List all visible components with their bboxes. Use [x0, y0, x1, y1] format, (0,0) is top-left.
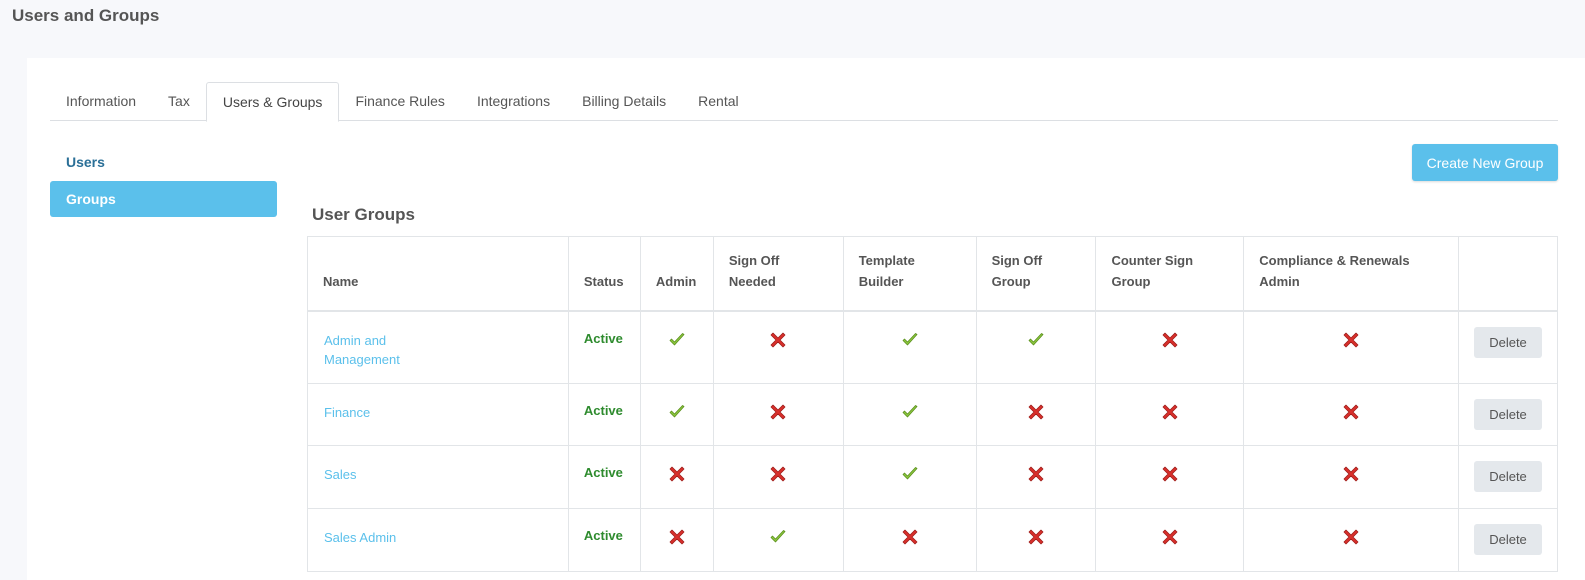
cross-icon [1343, 332, 1359, 347]
check-icon [669, 332, 685, 345]
cross-icon [770, 404, 786, 420]
side-nav-item-users[interactable]: Users [50, 144, 277, 180]
delete-button[interactable]: Delete [1474, 524, 1542, 555]
permission-cell [1095, 310, 1245, 384]
column-header-name: Name [307, 236, 569, 312]
status-badge: Active [583, 330, 623, 346]
tab-tax[interactable]: Tax [152, 82, 206, 121]
permission-cell [842, 383, 977, 446]
table-row: Admin and Management Active Delete [307, 310, 1558, 384]
tab-integrations[interactable]: Integrations [461, 82, 566, 121]
delete-button[interactable]: Delete [1474, 399, 1542, 430]
permission-cell [639, 508, 714, 572]
permission-cell [975, 508, 1097, 572]
table-header-row: Name Status Admin Sign Off Needed Templa… [307, 236, 1558, 312]
permission-cell [639, 445, 714, 509]
column-header-sign-off-group: Sign Off Group [975, 236, 1097, 312]
cross-icon [1028, 529, 1044, 545]
column-header-status: Status [567, 236, 641, 312]
status-badge: Active [583, 403, 623, 418]
tab-billing-details[interactable]: Billing Details [566, 82, 682, 121]
status-badge: Active [583, 465, 623, 480]
permission-cell [1095, 445, 1245, 509]
permission-cell [975, 310, 1097, 384]
permission-cell [712, 310, 844, 384]
check-icon [669, 405, 685, 418]
page-title: Users and Groups [12, 6, 160, 25]
group-name-link[interactable]: Finance [308, 403, 490, 422]
permission-cell [712, 383, 844, 446]
table-row: Sales Admin Active Delete [307, 508, 1558, 572]
check-icon [770, 530, 786, 543]
column-header-actions [1458, 236, 1558, 312]
group-name-link[interactable]: Sales Admin [308, 528, 516, 547]
permission-cell [639, 383, 714, 446]
tab-rental[interactable]: Rental [682, 82, 754, 121]
column-header-admin: Admin [639, 236, 714, 312]
permission-cell [975, 383, 1097, 446]
cross-icon [770, 466, 786, 482]
cross-icon [1162, 529, 1178, 545]
permission-cell [842, 445, 977, 509]
cross-icon [1162, 332, 1178, 347]
permission-cell [1243, 383, 1459, 446]
cross-icon [1343, 529, 1359, 545]
permission-cell [1095, 383, 1245, 446]
user-groups-table: Name Status Admin Sign Off Needed Templa… [307, 236, 1558, 572]
permission-cell [712, 445, 844, 509]
permission-cell [712, 508, 844, 572]
check-icon [902, 332, 918, 345]
cross-icon [669, 529, 685, 545]
table-row: Finance Active Delete [307, 383, 1558, 446]
cross-icon [902, 529, 918, 545]
permission-cell [1095, 508, 1245, 572]
permission-cell [639, 310, 714, 384]
delete-button[interactable]: Delete [1474, 461, 1542, 492]
table-row: Sales Active Delete [307, 445, 1558, 509]
group-name-link[interactable]: Sales [308, 465, 477, 484]
cross-icon [1162, 404, 1178, 420]
check-icon [1028, 332, 1044, 345]
cross-icon [1028, 466, 1044, 482]
check-icon [902, 405, 918, 418]
tab-information[interactable]: Information [50, 82, 152, 121]
permission-cell [842, 508, 977, 572]
cross-icon [1343, 404, 1359, 420]
column-header-sign-off-needed: Sign Off Needed [712, 236, 844, 312]
column-header-counter-sign-group: Counter Sign Group [1095, 236, 1245, 312]
delete-button[interactable]: Delete [1474, 326, 1542, 358]
tab-bar: Information Tax Users & Groups Finance R… [50, 82, 1558, 122]
permission-cell [975, 445, 1097, 509]
permission-cell [1243, 310, 1459, 384]
cross-icon [770, 332, 786, 347]
group-name-link[interactable]: Admin and Management [308, 331, 568, 369]
settings-card: Information Tax Users & Groups Finance R… [27, 58, 1585, 580]
permission-cell [1243, 508, 1459, 572]
tab-finance-rules[interactable]: Finance Rules [339, 82, 461, 121]
cross-icon [1028, 404, 1044, 420]
status-badge: Active [583, 528, 623, 543]
check-icon [902, 467, 918, 480]
permission-cell [842, 310, 977, 384]
column-header-compliance-admin: Compliance & Renewals Admin [1243, 236, 1459, 312]
cross-icon [1162, 466, 1178, 482]
create-new-group-button[interactable]: Create New Group [1412, 144, 1558, 181]
side-nav: Users Groups [50, 144, 277, 218]
cross-icon [1343, 466, 1359, 482]
cross-icon [669, 466, 685, 482]
side-nav-item-groups[interactable]: Groups [50, 181, 277, 217]
tab-users-groups[interactable]: Users & Groups [205, 82, 340, 122]
section-title: User Groups [312, 205, 415, 224]
permission-cell [1243, 445, 1459, 509]
column-header-template-builder: Template Builder [842, 236, 977, 312]
